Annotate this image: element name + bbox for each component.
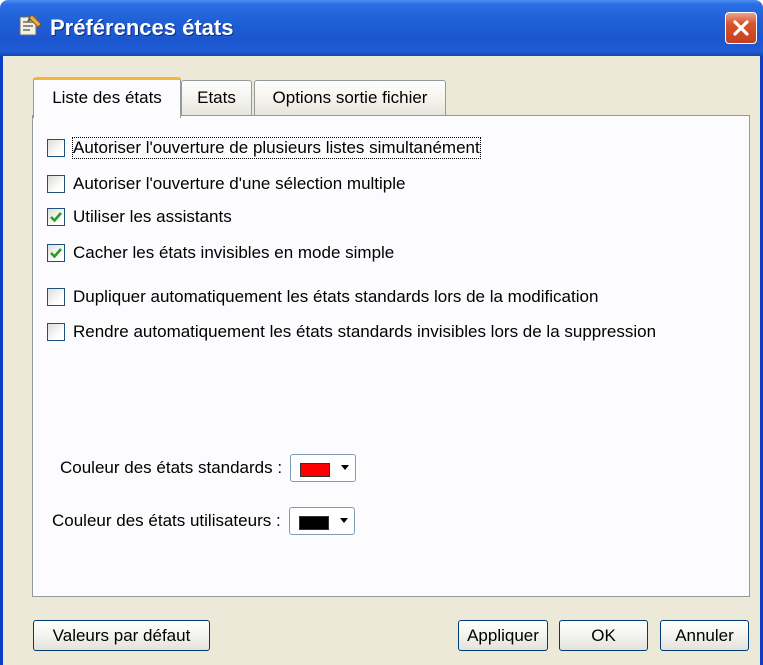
option-use-wizards[interactable]: Utiliser les assistants — [47, 206, 232, 228]
option-label: Cacher les états invisibles en mode simp… — [73, 243, 395, 262]
checkbox[interactable] — [47, 175, 65, 193]
option-multiple-selection[interactable]: Autoriser l'ouverture d'une sélection mu… — [47, 173, 406, 195]
option-label: Utiliser les assistants — [73, 207, 232, 226]
window-title: Préférences états — [50, 15, 234, 40]
checkbox[interactable] — [47, 208, 65, 226]
standard-color-label: Couleur des états standards : — [60, 458, 283, 477]
preferences-dialog: Préférences états Liste des états Etats … — [0, 0, 763, 665]
color-swatch — [300, 463, 331, 477]
checkmark-icon — [50, 212, 62, 223]
checkbox[interactable] — [47, 139, 65, 157]
checkbox[interactable] — [47, 323, 65, 341]
close-button[interactable] — [725, 12, 757, 44]
tab-etats[interactable]: Etats — [181, 80, 252, 116]
checkmark-icon — [50, 248, 62, 259]
checkbox[interactable] — [47, 244, 65, 262]
checkbox[interactable] — [47, 288, 65, 306]
defaults-button[interactable]: Valeurs par défaut — [33, 620, 210, 651]
chevron-down-icon — [339, 518, 348, 523]
option-hide-invisible-states[interactable]: Cacher les états invisibles en mode simp… — [47, 242, 394, 264]
color-swatch — [298, 516, 329, 530]
user-color-picker[interactable] — [288, 507, 355, 535]
tab-panel: Autoriser l'ouverture de plusieurs liste… — [32, 115, 750, 597]
standard-color-picker[interactable] — [290, 454, 357, 482]
title-bar[interactable]: Préférences états — [0, 0, 763, 56]
chevron-down-icon — [341, 465, 350, 470]
option-label: Autoriser l'ouverture d'une sélection mu… — [73, 174, 406, 193]
option-multiple-lists[interactable]: Autoriser l'ouverture de plusieurs liste… — [47, 137, 481, 159]
tab-label: Liste des états — [52, 88, 162, 107]
cancel-button[interactable]: Annuler — [660, 620, 749, 651]
tab-options-sortie-fichier[interactable]: Options sortie fichier — [254, 80, 446, 116]
tab-liste-des-etats[interactable]: Liste des états — [33, 77, 181, 118]
app-icon — [19, 14, 42, 36]
option-label: Autoriser l'ouverture de plusieurs liste… — [72, 137, 481, 159]
option-label: Rendre automatiquement les états standar… — [73, 322, 657, 341]
user-color-row: Couleur des états utilisateurs : — [52, 507, 355, 535]
standard-color-row: Couleur des états standards : — [60, 454, 357, 482]
ok-button[interactable]: OK — [559, 620, 648, 651]
option-label: Dupliquer automatiquement les états stan… — [73, 287, 599, 306]
user-color-label: Couleur des états utilisateurs : — [52, 511, 281, 530]
tab-label: Etats — [197, 88, 236, 107]
apply-button[interactable]: Appliquer — [458, 620, 548, 651]
tab-label: Options sortie fichier — [272, 88, 428, 107]
option-hide-standard-states-on-delete[interactable]: Rendre automatiquement les états standar… — [47, 321, 656, 343]
close-icon — [733, 20, 749, 36]
option-duplicate-standard-states[interactable]: Dupliquer automatiquement les états stan… — [47, 286, 598, 308]
